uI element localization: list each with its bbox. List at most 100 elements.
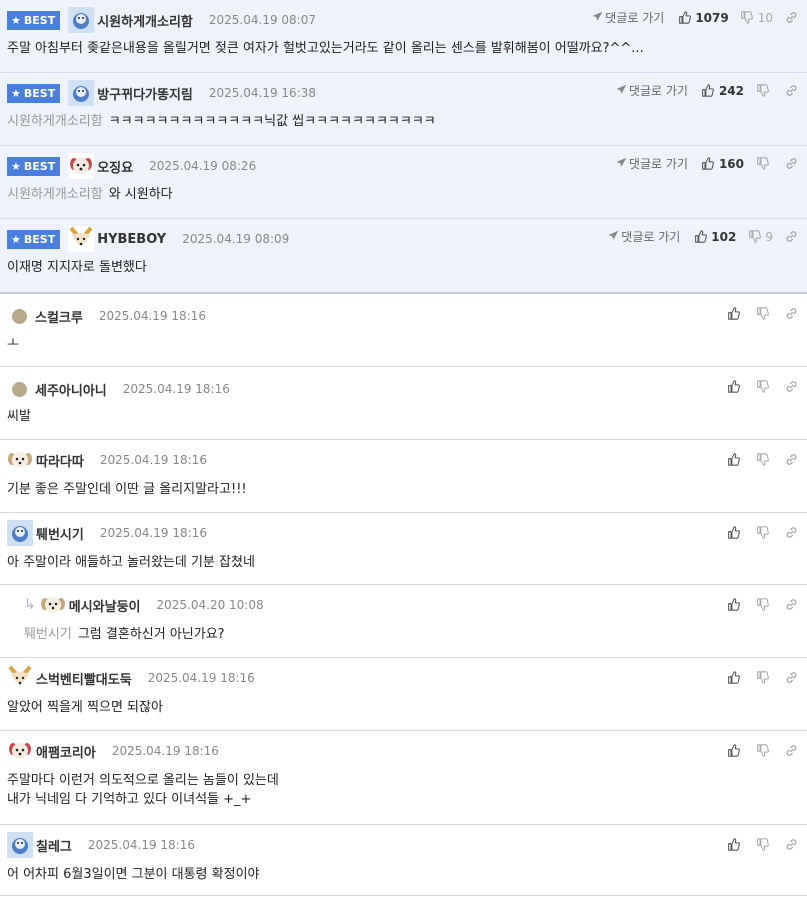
paper-plane-icon [616,84,627,98]
comment-line: 씨발 [7,407,31,426]
thumbs-up-icon[interactable] [700,156,716,172]
thumbs-up-icon[interactable] [676,10,692,26]
comment-text: ㅗ [7,336,19,351]
comment-body: 아 주말이라 애들하고 놀러왔는데 기분 잡쳤네 [7,553,255,572]
comment-date: 2025.04.19 18:16 [99,453,207,467]
comment: 스컬크루 2025.04.19 18:16 ㅗ [0,294,807,367]
comment-body: ㅗ [7,334,19,353]
upvote-count: 160 [718,156,744,171]
best-comment: ★ BEST 오징요 2025.04.19 08:26 댓글로 가기 160 시원하게개소리… [0,146,807,219]
comment-date: 2025.04.20 10:08 [156,598,264,612]
nickname[interactable]: 방구뀌다가똥지림 [97,84,193,103]
thumbs-up-icon[interactable] [692,229,708,245]
best-comment: ★ BEST 방구뀌다가똥지림 2025.04.19 16:38 댓글로 가기 242 시원… [0,73,807,146]
thumbs-up-icon[interactable] [725,378,741,394]
thumbs-down-icon[interactable] [754,83,770,99]
comment-text: 기분 좋은 주말인데 이딴 글 올리지말라고!!! [7,482,247,497]
goto-reply-link[interactable]: 댓글로 가기 [616,155,688,172]
mention[interactable]: 시원하게개소리함 [7,114,103,129]
link-icon[interactable] [783,451,799,467]
comment-line: ㅗ [7,334,19,353]
comment-header: ★ BEST 오징요 2025.04.19 08:26 [7,153,256,179]
avatar [7,738,33,764]
star-icon: ★ [11,159,21,173]
nickname[interactable]: 퉤번시기 [36,524,84,543]
goto-reply-link[interactable]: 댓글로 가기 [592,9,664,26]
comment-body: 알았어 찍을게 찍으면 되잖아 [7,698,163,717]
nickname[interactable]: HYBEBOY [97,232,166,247]
link-icon[interactable] [783,596,799,612]
comment-text: 씨발 [7,409,31,424]
comment-date: 2025.04.19 18:16 [87,838,195,852]
best-comment: ★ BEST HYBEBOY 2025.04.19 08:09 댓글로 가기 102 9 이재… [0,219,807,294]
comment: 퉤번시기 2025.04.19 18:16 아 주말이라 애들하고 놀러왔는데 기분… [0,513,807,585]
comment-list: ★ BEST 시원하게개소리함 2025.04.19 08:07 댓글로 가기 1079 1… [0,0,807,896]
nickname[interactable]: 스컬크루 [35,307,83,326]
thumbs-down-icon[interactable] [754,378,770,394]
thumbs-up-icon[interactable] [725,742,741,758]
comment-date: 2025.04.19 18:16 [99,526,207,540]
comment-header: 퉤번시기 2025.04.19 18:16 [7,520,207,546]
comment: 스벅벤티빨대도둑 2025.04.19 18:16 알았어 찍을게 찍으면 되잖아 [0,658,807,731]
link-icon[interactable] [783,378,799,394]
goto-reply-link[interactable]: 댓글로 가기 [616,82,688,99]
thumbs-down-icon[interactable] [754,742,770,758]
comment: 애팸코리아 2025.04.19 18:16 주말마다 이런거 의도적으로 올리는 … [0,731,807,825]
comment-header: 애팸코리아 2025.04.19 18:16 [7,738,219,764]
avatar [68,7,95,33]
comment-header: ★ BEST 시원하게개소리함 2025.04.19 08:07 [7,7,316,33]
comment-header: ↳ 메시와날둥이 2025.04.20 10:08 [24,592,264,618]
thumbs-up-icon[interactable] [725,596,741,612]
mention[interactable]: 시원하게개소리함 [7,187,103,202]
star-icon: ★ [11,232,21,246]
link-icon[interactable] [783,229,799,245]
mention[interactable]: 퉤번시기 [24,627,72,642]
thumbs-down-icon[interactable] [754,669,770,685]
thumbs-up-icon[interactable] [725,524,741,540]
upvote-count: 242 [718,83,744,98]
link-icon[interactable] [783,10,799,26]
thumbs-down-icon[interactable] [739,10,755,26]
link-icon[interactable] [783,669,799,685]
comment-actions [725,742,799,758]
nickname[interactable]: 시원하게개소리함 [97,11,193,30]
link-icon[interactable] [783,524,799,540]
link-icon[interactable] [783,305,799,321]
thumbs-down-icon[interactable] [754,596,770,612]
comment-header: 세주아니아니 2025.04.19 18:16 [7,379,230,399]
thumbs-down-icon[interactable] [754,156,770,172]
thumbs-up-icon[interactable] [725,451,741,467]
comment-actions [725,378,799,394]
thumbs-down-icon[interactable] [754,451,770,467]
nickname[interactable]: 오징요 [97,157,133,176]
link-icon[interactable] [783,742,799,758]
nickname[interactable]: 칠레그 [36,836,72,855]
goto-reply-link[interactable]: 댓글로 가기 [608,228,680,245]
nickname[interactable]: 세주아니아니 [35,380,107,399]
downvote-count: 10 [757,10,773,25]
link-icon[interactable] [783,83,799,99]
paper-plane-icon [592,11,603,25]
comment-actions [725,305,799,321]
nickname[interactable]: 따라다따 [36,451,84,470]
thumbs-up-icon[interactable] [725,669,741,685]
thumbs-up-icon[interactable] [700,83,716,99]
comment-line: 내가 닉네임 다 기억하고 있다 이녀석들 +_+ [7,790,279,809]
comment-header: ★ BEST 방구뀌다가똥지림 2025.04.19 16:38 [7,80,316,106]
comment-text: 주말마다 이런거 의도적으로 올리는 놈들이 있는데 [7,773,279,788]
link-icon[interactable] [783,836,799,852]
thumbs-down-icon[interactable] [754,305,770,321]
comment-date: 2025.04.19 16:38 [208,86,316,100]
nickname[interactable]: 스벅벤티빨대도둑 [36,669,132,688]
nickname[interactable]: 메시와날둥이 [69,596,141,615]
thumbs-up-icon[interactable] [725,305,741,321]
link-icon[interactable] [783,156,799,172]
comment-line: 어 어차피 6월3일이면 그분이 대통령 확정이야 [7,865,259,884]
thumbs-up-icon[interactable] [725,836,741,852]
thumbs-down-icon[interactable] [754,524,770,540]
upvote-count: 1079 [695,10,729,25]
thumbs-down-icon[interactable] [754,836,770,852]
nickname[interactable]: 애팸코리아 [36,742,96,761]
thumbs-down-icon[interactable] [746,229,762,245]
best-badge: ★ BEST [7,10,61,30]
